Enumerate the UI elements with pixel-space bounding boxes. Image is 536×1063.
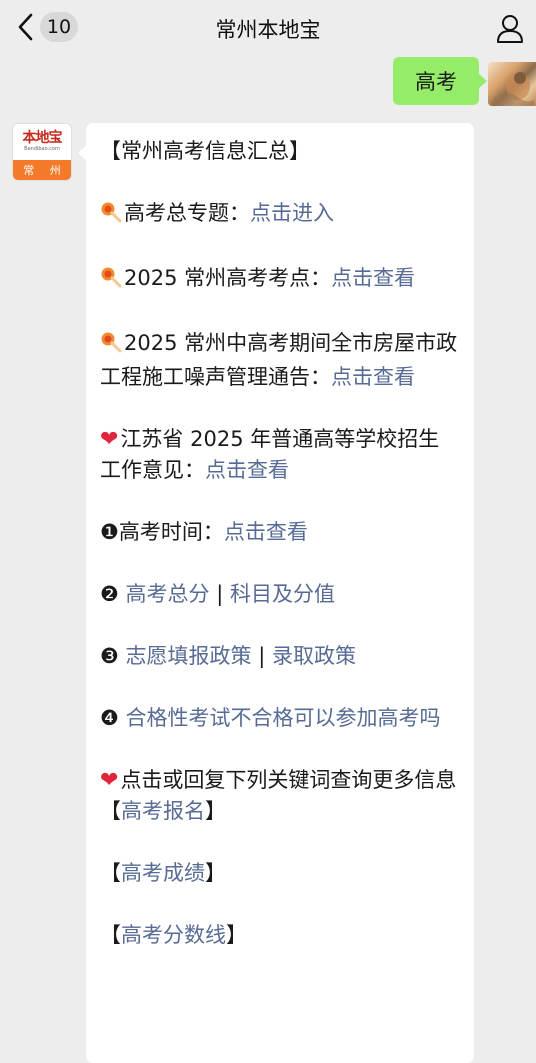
heart-icon: ❤ [100, 768, 119, 793]
list-item: ❸ 志愿填报政策 | 录取政策 [100, 641, 458, 672]
enrollment-opinion-link[interactable]: 点击查看 [205, 458, 289, 482]
number-one-icon: ❶ [100, 520, 119, 544]
incoming-message-bubble: 【常州高考信息汇总】 高考总专题：点击进入 2025 常州高考考点：点击查看 2… [78, 123, 474, 1063]
bracket-left: 【 [100, 923, 121, 947]
keyword-item: 【高考分数线】 [100, 920, 458, 951]
qualification-exam-link[interactable]: 合格性考试不合格可以参加高考吗 [126, 706, 441, 730]
list-item: 2025 常州高考考点：点击查看 [100, 263, 458, 297]
separator: | [209, 582, 230, 606]
subjects-link[interactable]: 科目及分值 [230, 582, 335, 606]
keyword-cutoff-link[interactable]: 高考分数线 [121, 923, 226, 947]
list-item: ❶高考时间：点击查看 [100, 517, 458, 548]
item-text: 2025 常州高考考点： [124, 266, 332, 290]
list-item: ❷ 高考总分 | 科目及分值 [100, 579, 458, 610]
user-avatar[interactable] [488, 62, 536, 106]
enter-topic-link[interactable]: 点击进入 [250, 201, 334, 225]
noise-notice-link[interactable]: 点击查看 [331, 365, 415, 389]
lollipop-icon [100, 331, 122, 362]
page-title: 常州本地宝 [215, 18, 321, 42]
message-title: 【常州高考信息汇总】 [100, 139, 310, 163]
list-item: ❤江苏省 2025 年普通高等学校招生工作意见：点击查看 [100, 424, 458, 486]
avatar-logo-url: Bendibao.com [24, 146, 60, 152]
keyword-intro-text: 点击或回复下列关键词查询更多信息 [120, 768, 457, 792]
lollipop-icon [100, 266, 122, 297]
list-item: 2025 常州中高考期间全市房屋市政工程施工噪声管理通告：点击查看 [100, 328, 458, 393]
avatar-city-label: 常 州 [13, 160, 71, 180]
number-three-icon: ❸ [100, 644, 119, 668]
person-icon [496, 15, 524, 48]
heart-icon: ❤ [100, 427, 119, 452]
item-text: 高考时间： [118, 520, 224, 544]
keyword-item: 【高考报名】 [100, 796, 458, 827]
application-policy-link[interactable]: 志愿填报政策 [126, 644, 252, 668]
bracket-right: 】 [226, 923, 247, 947]
keyword-item: 【高考成绩】 [100, 858, 458, 889]
bracket-left: 【 [100, 799, 121, 823]
bracket-right: 】 [205, 861, 226, 885]
total-score-link[interactable]: 高考总分 [126, 582, 210, 606]
outgoing-message-text: 高考 [415, 70, 457, 94]
exam-time-link[interactable]: 点击查看 [224, 520, 308, 544]
profile-button[interactable] [496, 14, 524, 48]
top-bar: 10 常州本地宝 [0, 0, 536, 58]
admission-policy-link[interactable]: 录取政策 [272, 644, 356, 668]
separator: | [251, 644, 272, 668]
official-account-avatar[interactable]: 本地宝 Bendibao.com 常 州 [13, 124, 71, 180]
keyword-results-link[interactable]: 高考成绩 [121, 861, 205, 885]
avatar-logo: 本地宝 Bendibao.com [13, 124, 71, 160]
outgoing-message-bubble[interactable]: 高考 [393, 57, 487, 105]
item-text: 高考总专题： [124, 201, 250, 225]
number-two-icon: ❷ [100, 582, 119, 606]
list-item: 高考总专题：点击进入 [100, 198, 458, 232]
avatar-logo-name: 本地宝 [22, 130, 63, 146]
number-four-icon: ❹ [100, 706, 119, 730]
bracket-right: 】 [205, 799, 226, 823]
keyword-intro: ❤点击或回复下列关键词查询更多信息 [100, 765, 458, 796]
lollipop-icon [100, 201, 122, 232]
avatar-image [494, 72, 534, 106]
bracket-left: 【 [100, 861, 121, 885]
keyword-registration-link[interactable]: 高考报名 [121, 799, 205, 823]
list-item: ❹ 合格性考试不合格可以参加高考吗 [100, 703, 458, 734]
exam-sites-link[interactable]: 点击查看 [331, 266, 415, 290]
